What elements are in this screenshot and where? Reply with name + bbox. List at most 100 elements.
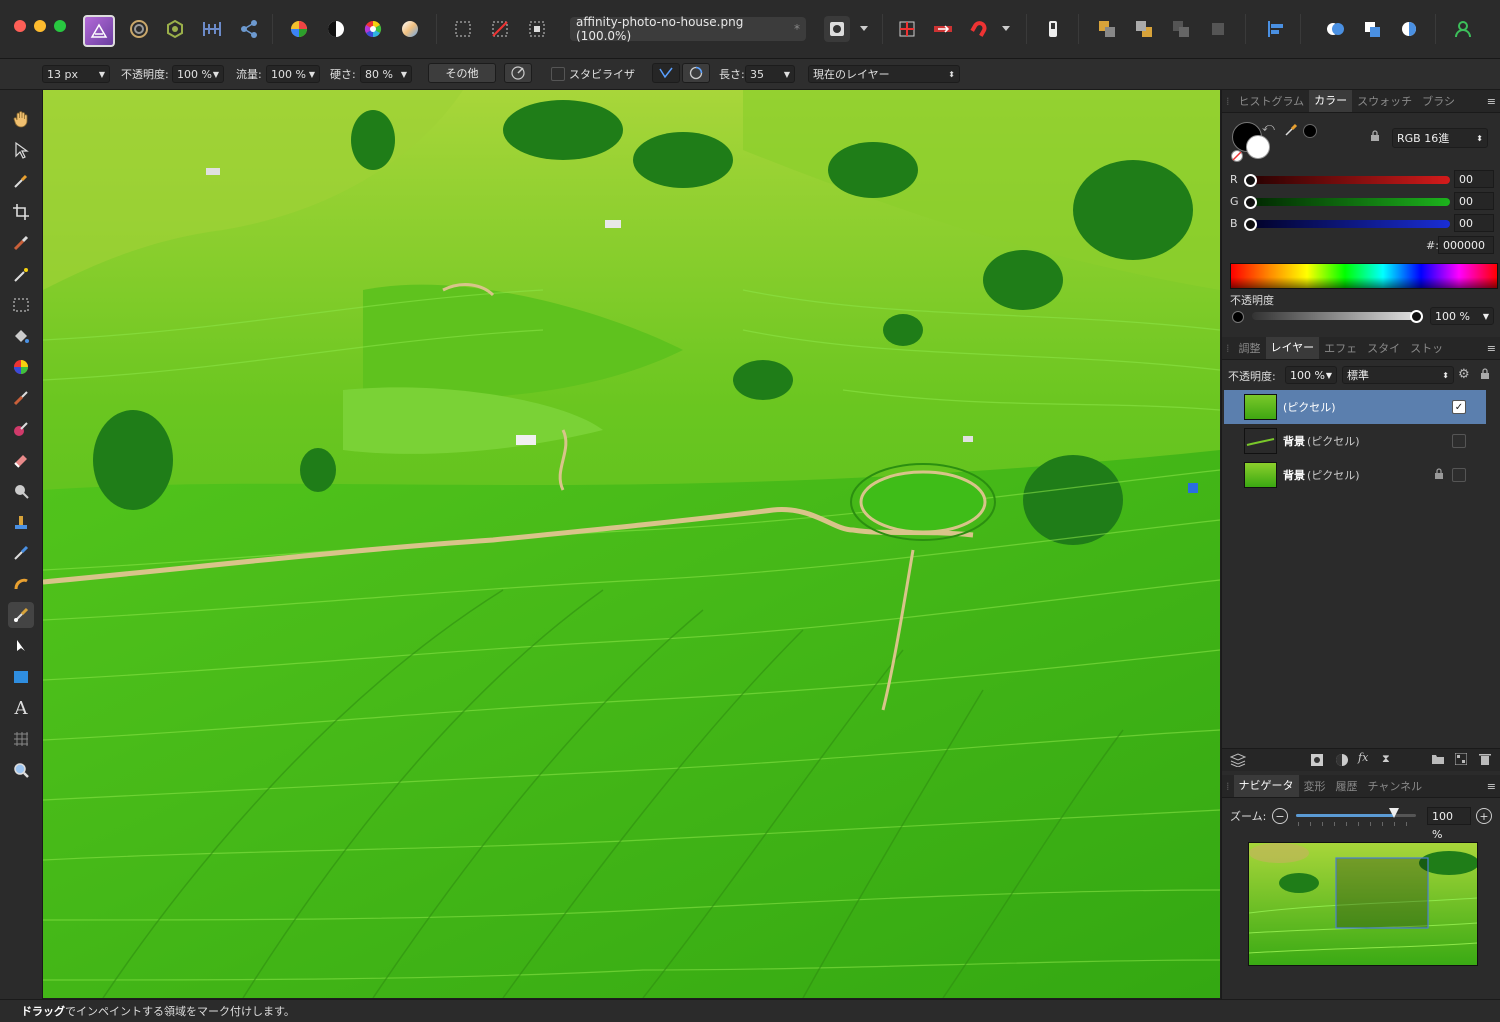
develop-persona-icon[interactable] [162, 16, 188, 42]
zoom-in-icon[interactable]: + [1476, 808, 1492, 824]
add-pixel-layer-icon[interactable] [1454, 752, 1468, 768]
brush-width-field[interactable]: 13 px ▼ [42, 65, 110, 83]
rectangle-tool-icon[interactable] [8, 664, 34, 690]
rectangular-marquee-tool-icon[interactable] [8, 292, 34, 318]
panel-menu-icon[interactable]: ≡ [1482, 95, 1500, 108]
blue-value-field[interactable]: 00 [1454, 214, 1494, 232]
snapping-dropdown-icon[interactable] [996, 16, 1016, 42]
blue-slider[interactable] [1244, 220, 1450, 228]
more-button[interactable]: その他 [428, 63, 496, 83]
zoom-window-button[interactable] [54, 20, 66, 32]
green-slider[interactable] [1244, 198, 1450, 206]
source-select[interactable]: 現在のレイヤー ⬍ [808, 65, 960, 83]
snapping-grid-icon[interactable] [894, 16, 920, 42]
rope-mode-icon[interactable] [652, 63, 680, 83]
panel-menu-icon[interactable]: ≡ [1482, 342, 1500, 355]
blue-slider-knob[interactable] [1244, 218, 1257, 231]
selection-brush-tool-icon[interactable] [8, 230, 34, 256]
layer-opacity-field[interactable]: 100 % ▼ [1285, 366, 1337, 384]
layer-visibility-checkbox[interactable] [1452, 434, 1466, 448]
move-tool-icon[interactable] [8, 137, 34, 163]
dodge-tool-icon[interactable] [8, 478, 34, 504]
export-persona-icon[interactable] [236, 16, 262, 42]
color-opacity-knob[interactable] [1410, 310, 1423, 323]
document-tab[interactable]: affinity-photo-no-house.png (100.0%) * [570, 15, 806, 43]
red-slider[interactable] [1244, 176, 1450, 184]
tab-stock[interactable]: ストッ [1405, 340, 1448, 356]
text-tool-icon[interactable]: A [8, 695, 34, 721]
tab-swatches[interactable]: スウォッチ [1352, 93, 1417, 109]
crop-tool-icon[interactable] [8, 199, 34, 225]
photo-persona-icon[interactable] [83, 15, 115, 47]
quick-mask-dropdown-icon[interactable] [854, 16, 874, 42]
adjustment-layer-icon[interactable] [1335, 753, 1349, 770]
eyedropper-icon[interactable] [1284, 123, 1298, 140]
align-left-icon[interactable] [1263, 16, 1289, 42]
color-spectrum[interactable] [1230, 263, 1498, 289]
navigator-preview[interactable] [1248, 842, 1478, 966]
document-canvas[interactable] [43, 90, 1220, 998]
lock-icon[interactable] [1480, 368, 1490, 383]
fx-icon[interactable]: fx [1358, 751, 1368, 764]
minimize-window-button[interactable] [34, 20, 46, 32]
secondary-color-well[interactable] [1246, 135, 1270, 159]
boolean-add-icon[interactable] [1322, 16, 1348, 42]
flood-select-tool-icon[interactable] [8, 261, 34, 287]
force-pixel-alignment-icon[interactable] [930, 16, 956, 42]
quick-mask-icon[interactable] [824, 16, 850, 42]
auto-white-balance-icon[interactable] [397, 16, 423, 42]
group-folder-icon[interactable] [1431, 753, 1445, 768]
arrange-forward-icon[interactable] [1131, 16, 1157, 42]
clone-brush-tool-icon[interactable] [8, 509, 34, 535]
tab-channels[interactable]: チャンネル [1363, 778, 1428, 794]
liquify-persona-icon[interactable] [126, 16, 152, 42]
trash-icon[interactable] [1479, 752, 1491, 769]
layer-lock-icon[interactable] [1434, 467, 1444, 483]
window-mode-icon[interactable] [682, 63, 710, 83]
brush-pressure-icon[interactable] [504, 63, 532, 83]
tab-styles[interactable]: スタイ [1362, 340, 1405, 356]
tab-effects[interactable]: エフェ [1319, 340, 1362, 356]
no-color-icon[interactable] [1231, 150, 1243, 162]
opacity-field[interactable]: 100 % ▼ [172, 65, 224, 83]
auto-colors-icon[interactable] [360, 16, 386, 42]
auto-levels-icon[interactable] [286, 16, 312, 42]
auto-contrast-icon[interactable] [323, 16, 349, 42]
erase-brush-tool-icon[interactable] [8, 447, 34, 473]
picked-color-swatch[interactable] [1303, 124, 1317, 138]
select-all-icon[interactable] [450, 16, 476, 42]
hand-tool-icon[interactable] [8, 106, 34, 132]
tab-transform[interactable]: 変形 [1299, 778, 1331, 794]
boolean-intersect-icon[interactable] [1396, 16, 1422, 42]
swap-colors-icon[interactable]: ⤺ [1262, 120, 1275, 135]
stabilizer-toggle[interactable]: スタビライザ [551, 65, 635, 83]
mesh-warp-tool-icon[interactable] [8, 726, 34, 752]
tab-history[interactable]: 履歴 [1331, 778, 1363, 794]
arrange-back-icon[interactable] [1094, 16, 1120, 42]
invert-selection-icon[interactable] [524, 16, 550, 42]
color-opacity-field[interactable]: 100 % ▼ [1430, 307, 1494, 325]
red-value-field[interactable]: 00 [1454, 170, 1494, 188]
user-account-icon[interactable] [1450, 16, 1476, 42]
tone-mapping-persona-icon[interactable] [199, 16, 225, 42]
layers-stack-icon[interactable] [1229, 753, 1247, 770]
layer-row[interactable]: 背景 (ピクセル) [1224, 424, 1486, 458]
tab-brushes[interactable]: ブラシ [1417, 93, 1460, 109]
blend-mode-select[interactable]: 標準 ⬍ [1342, 366, 1454, 384]
green-value-field[interactable]: 00 [1454, 192, 1494, 210]
zoom-value-field[interactable]: 100 % [1427, 807, 1471, 841]
zoom-out-icon[interactable]: − [1272, 808, 1288, 824]
tab-layers[interactable]: レイヤー [1265, 337, 1320, 359]
boolean-subtract-icon[interactable] [1359, 16, 1385, 42]
color-opacity-slider[interactable] [1252, 312, 1414, 320]
stabilizer-checkbox[interactable] [551, 67, 565, 81]
mask-layer-icon[interactable] [1310, 753, 1324, 770]
panel-grip-icon[interactable]: ⁞ [1222, 780, 1234, 793]
hardness-field[interactable]: 80 % ▼ [360, 65, 412, 83]
gear-icon[interactable]: ⚙ [1458, 367, 1470, 382]
arrange-top-icon[interactable] [1205, 16, 1231, 42]
color-replacement-tool-icon[interactable] [8, 416, 34, 442]
deselect-icon[interactable] [487, 16, 513, 42]
lock-icon[interactable] [1370, 130, 1380, 145]
paint-brush-tool-icon[interactable] [8, 385, 34, 411]
